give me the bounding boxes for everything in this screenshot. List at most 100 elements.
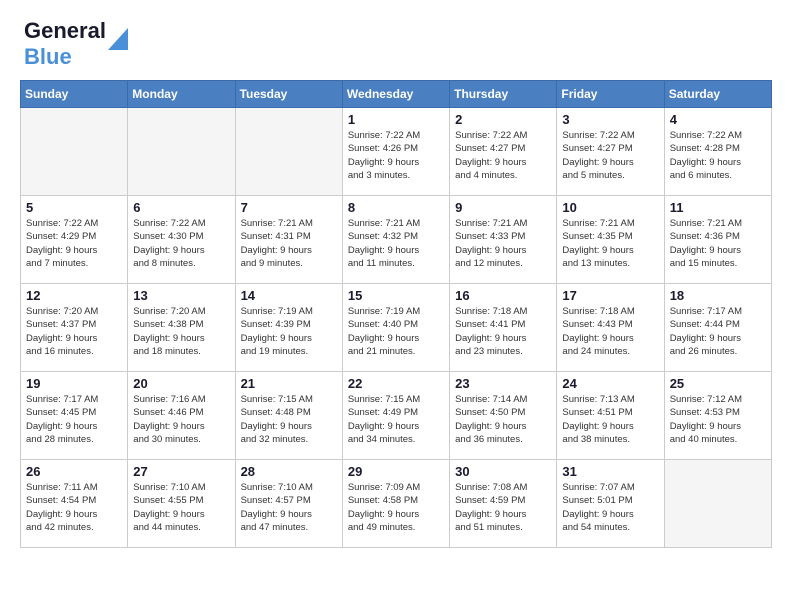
calendar-cell: 8 Sunrise: 7:21 AM Sunset: 4:32 PM Daylig…	[342, 196, 449, 284]
calendar-cell: 29 Sunrise: 7:09 AM Sunset: 4:58 PM Dayli…	[342, 460, 449, 548]
calendar-cell	[664, 460, 771, 548]
day-number: 3	[562, 112, 658, 127]
day-info: Sunrise: 7:15 AM Sunset: 4:48 PM Dayligh…	[241, 393, 337, 446]
logo: General Blue	[24, 18, 128, 70]
calendar-cell: 18 Sunrise: 7:17 AM Sunset: 4:44 PM Dayli…	[664, 284, 771, 372]
calendar-cell: 27 Sunrise: 7:10 AM Sunset: 4:55 PM Dayli…	[128, 460, 235, 548]
calendar-cell: 22 Sunrise: 7:15 AM Sunset: 4:49 PM Dayli…	[342, 372, 449, 460]
day-info: Sunrise: 7:08 AM Sunset: 4:59 PM Dayligh…	[455, 481, 551, 534]
day-number: 26	[26, 464, 122, 479]
weekday-header-monday: Monday	[128, 81, 235, 108]
day-number: 27	[133, 464, 229, 479]
calendar-cell: 9Sunrise: 7:21 AM Sunset: 4:33 PM Daylig…	[450, 196, 557, 284]
day-number: 2	[455, 112, 551, 127]
day-info: Sunrise: 7:15 AM Sunset: 4:49 PM Dayligh…	[348, 393, 444, 446]
calendar-cell: 11Sunrise: 7:21 AM Sunset: 4:36 PM Dayli…	[664, 196, 771, 284]
day-number: 7	[241, 200, 337, 215]
day-info: Sunrise: 7:07 AM Sunset: 5:01 PM Dayligh…	[562, 481, 658, 534]
day-info: Sunrise: 7:22 AM Sunset: 4:29 PM Dayligh…	[26, 217, 122, 270]
day-info: Sunrise: 7:20 AM Sunset: 4:38 PM Dayligh…	[133, 305, 229, 358]
day-number: 24	[562, 376, 658, 391]
day-number: 8	[348, 200, 444, 215]
day-info: Sunrise: 7:17 AM Sunset: 4:45 PM Dayligh…	[26, 393, 122, 446]
day-number: 31	[562, 464, 658, 479]
day-info: Sunrise: 7:13 AM Sunset: 4:51 PM Dayligh…	[562, 393, 658, 446]
calendar-cell: 25 Sunrise: 7:12 AM Sunset: 4:53 PM Dayli…	[664, 372, 771, 460]
calendar-cell: 2 Sunrise: 7:22 AM Sunset: 4:27 PM Daylig…	[450, 108, 557, 196]
header: General Blue	[0, 0, 792, 80]
calendar-table: SundayMondayTuesdayWednesdayThursdayFrid…	[20, 80, 772, 548]
day-number: 30	[455, 464, 551, 479]
day-number: 6	[133, 200, 229, 215]
weekday-header-tuesday: Tuesday	[235, 81, 342, 108]
day-number: 28	[241, 464, 337, 479]
calendar-cell: 6 Sunrise: 7:22 AM Sunset: 4:30 PM Daylig…	[128, 196, 235, 284]
weekday-header-row: SundayMondayTuesdayWednesdayThursdayFrid…	[21, 81, 772, 108]
day-number: 4	[670, 112, 766, 127]
week-row-5: 26 Sunrise: 7:11 AM Sunset: 4:54 PM Dayli…	[21, 460, 772, 548]
day-number: 21	[241, 376, 337, 391]
logo-text: General Blue	[24, 18, 106, 69]
weekday-header-friday: Friday	[557, 81, 664, 108]
calendar-cell: 26 Sunrise: 7:11 AM Sunset: 4:54 PM Dayli…	[21, 460, 128, 548]
week-row-2: 5 Sunrise: 7:22 AM Sunset: 4:29 PM Daylig…	[21, 196, 772, 284]
day-info: Sunrise: 7:19 AM Sunset: 4:39 PM Dayligh…	[241, 305, 337, 358]
day-number: 22	[348, 376, 444, 391]
day-info: Sunrise: 7:18 AM Sunset: 4:41 PM Dayligh…	[455, 305, 551, 358]
calendar-cell: 4 Sunrise: 7:22 AM Sunset: 4:28 PM Daylig…	[664, 108, 771, 196]
day-number: 10	[562, 200, 658, 215]
calendar-cell: 24 Sunrise: 7:13 AM Sunset: 4:51 PM Dayli…	[557, 372, 664, 460]
day-number: 12	[26, 288, 122, 303]
weekday-header-saturday: Saturday	[664, 81, 771, 108]
calendar-cell	[128, 108, 235, 196]
day-info: Sunrise: 7:10 AM Sunset: 4:55 PM Dayligh…	[133, 481, 229, 534]
day-info: Sunrise: 7:21 AM Sunset: 4:35 PM Dayligh…	[562, 217, 658, 270]
logo-icon	[108, 28, 128, 50]
day-info: Sunrise: 7:21 AM Sunset: 4:36 PM Dayligh…	[670, 217, 766, 270]
day-number: 29	[348, 464, 444, 479]
day-number: 18	[670, 288, 766, 303]
weekday-header-sunday: Sunday	[21, 81, 128, 108]
calendar-cell: 19 Sunrise: 7:17 AM Sunset: 4:45 PM Dayli…	[21, 372, 128, 460]
day-number: 19	[26, 376, 122, 391]
calendar-cell: 1Sunrise: 7:22 AM Sunset: 4:26 PM Daylig…	[342, 108, 449, 196]
day-info: Sunrise: 7:22 AM Sunset: 4:28 PM Dayligh…	[670, 129, 766, 182]
day-info: Sunrise: 7:17 AM Sunset: 4:44 PM Dayligh…	[670, 305, 766, 358]
day-info: Sunrise: 7:16 AM Sunset: 4:46 PM Dayligh…	[133, 393, 229, 446]
calendar-cell: 12 Sunrise: 7:20 AM Sunset: 4:37 PM Dayli…	[21, 284, 128, 372]
calendar-cell: 14 Sunrise: 7:19 AM Sunset: 4:39 PM Dayli…	[235, 284, 342, 372]
calendar-cell: 13 Sunrise: 7:20 AM Sunset: 4:38 PM Dayli…	[128, 284, 235, 372]
calendar-cell: 31 Sunrise: 7:07 AM Sunset: 5:01 PM Dayli…	[557, 460, 664, 548]
day-info: Sunrise: 7:22 AM Sunset: 4:27 PM Dayligh…	[455, 129, 551, 182]
week-row-1: 1Sunrise: 7:22 AM Sunset: 4:26 PM Daylig…	[21, 108, 772, 196]
calendar-cell: 21 Sunrise: 7:15 AM Sunset: 4:48 PM Dayli…	[235, 372, 342, 460]
day-info: Sunrise: 7:11 AM Sunset: 4:54 PM Dayligh…	[26, 481, 122, 534]
day-number: 5	[26, 200, 122, 215]
day-info: Sunrise: 7:09 AM Sunset: 4:58 PM Dayligh…	[348, 481, 444, 534]
day-info: Sunrise: 7:12 AM Sunset: 4:53 PM Dayligh…	[670, 393, 766, 446]
day-info: Sunrise: 7:21 AM Sunset: 4:32 PM Dayligh…	[348, 217, 444, 270]
day-info: Sunrise: 7:21 AM Sunset: 4:31 PM Dayligh…	[241, 217, 337, 270]
day-number: 1	[348, 112, 444, 127]
day-info: Sunrise: 7:10 AM Sunset: 4:57 PM Dayligh…	[241, 481, 337, 534]
calendar-cell: 20Sunrise: 7:16 AM Sunset: 4:46 PM Dayli…	[128, 372, 235, 460]
calendar-cell: 28 Sunrise: 7:10 AM Sunset: 4:57 PM Dayli…	[235, 460, 342, 548]
day-number: 15	[348, 288, 444, 303]
day-number: 13	[133, 288, 229, 303]
calendar-cell: 17 Sunrise: 7:18 AM Sunset: 4:43 PM Dayli…	[557, 284, 664, 372]
day-number: 25	[670, 376, 766, 391]
calendar-cell: 5 Sunrise: 7:22 AM Sunset: 4:29 PM Daylig…	[21, 196, 128, 284]
day-number: 16	[455, 288, 551, 303]
week-row-3: 12 Sunrise: 7:20 AM Sunset: 4:37 PM Dayli…	[21, 284, 772, 372]
day-number: 17	[562, 288, 658, 303]
day-number: 14	[241, 288, 337, 303]
day-info: Sunrise: 7:18 AM Sunset: 4:43 PM Dayligh…	[562, 305, 658, 358]
weekday-header-wednesday: Wednesday	[342, 81, 449, 108]
weekday-header-thursday: Thursday	[450, 81, 557, 108]
calendar-cell: 23Sunrise: 7:14 AM Sunset: 4:50 PM Dayli…	[450, 372, 557, 460]
calendar-cell: 16 Sunrise: 7:18 AM Sunset: 4:41 PM Dayli…	[450, 284, 557, 372]
calendar-wrap: SundayMondayTuesdayWednesdayThursdayFrid…	[0, 80, 792, 558]
day-number: 23	[455, 376, 551, 391]
day-info: Sunrise: 7:22 AM Sunset: 4:30 PM Dayligh…	[133, 217, 229, 270]
day-info: Sunrise: 7:20 AM Sunset: 4:37 PM Dayligh…	[26, 305, 122, 358]
